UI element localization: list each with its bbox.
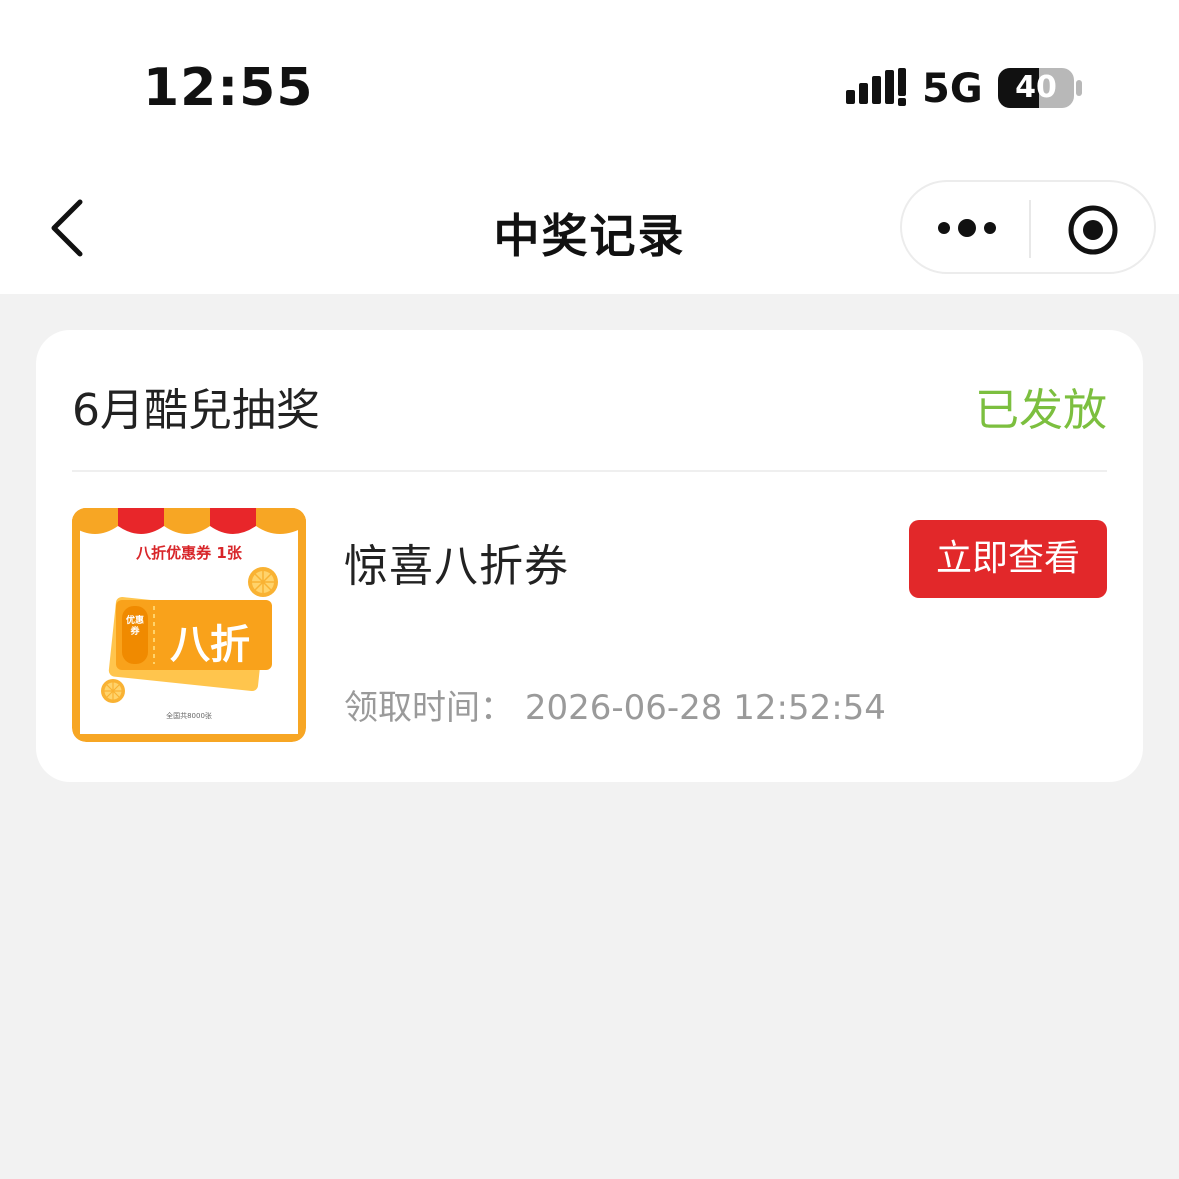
battery-icon: 40 xyxy=(997,66,1083,110)
coupon-thumbnail[interactable]: 八折优惠券 1张 优惠券 八折 全国共8000张 xyxy=(72,508,306,742)
capsule-divider xyxy=(1029,200,1031,258)
prize-name: 惊喜八折券 xyxy=(344,541,569,592)
network-type: 5G xyxy=(922,66,983,112)
mini-program-capsule xyxy=(900,180,1156,274)
coupon-side-label: 优惠券 xyxy=(126,616,145,637)
header: 12:55 5G 40 中奖记录 xyxy=(0,0,1179,294)
more-dots-icon xyxy=(938,219,996,237)
claim-time-label: 领取时间： xyxy=(344,688,514,728)
battery-level: 40 xyxy=(1015,70,1057,105)
claim-time-value: 2026-06-28 12:52:54 xyxy=(524,688,886,728)
coupon-footer: 全国共8000张 xyxy=(166,712,212,720)
signal-icon xyxy=(846,68,906,106)
view-now-button[interactable]: 立即查看 xyxy=(909,520,1107,598)
status-badge: 已发放 xyxy=(975,385,1107,436)
close-button[interactable] xyxy=(1066,203,1120,257)
activity-title: 6月酷兒抽奖 xyxy=(72,385,320,436)
divider xyxy=(72,470,1107,472)
status-time: 12:55 xyxy=(143,58,314,118)
more-button[interactable] xyxy=(932,210,1002,246)
coupon-main-label: 八折 xyxy=(170,622,250,668)
prize-record-card: 6月酷兒抽奖 已发放 八折优惠券 1张 优惠券 八折 全国共8000张 惊喜八折… xyxy=(36,330,1143,782)
target-close-icon xyxy=(1068,205,1118,255)
coupon-heading: 八折优惠券 1张 xyxy=(136,544,242,562)
claim-time: 领取时间： 2026-06-28 12:52:54 xyxy=(344,680,886,729)
